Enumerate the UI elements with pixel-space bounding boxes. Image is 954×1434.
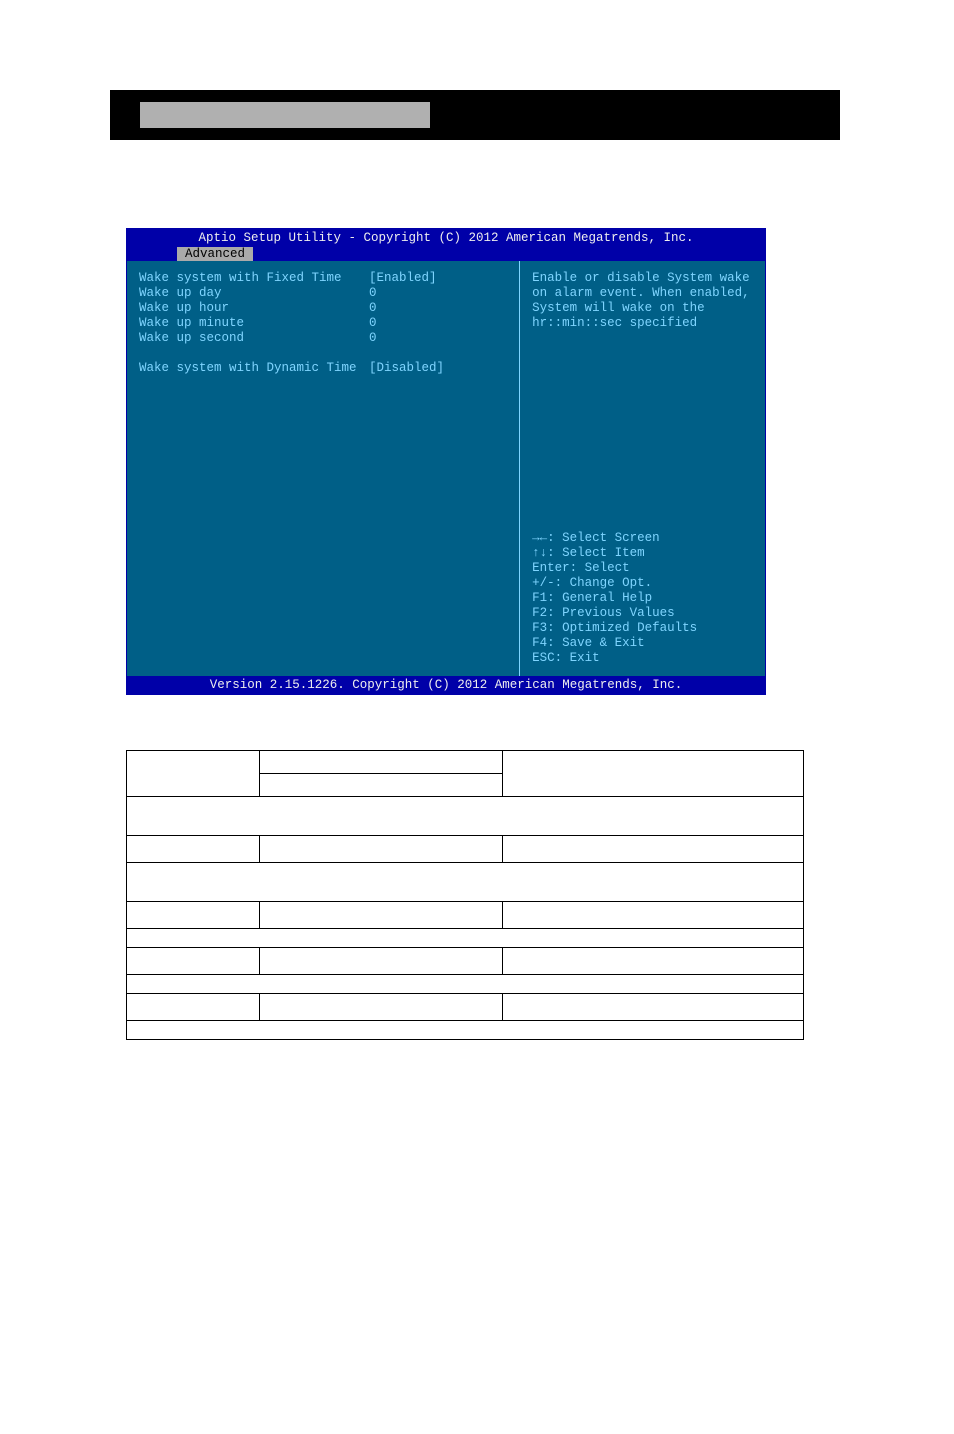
setting-wake-up-hour[interactable]: Wake up hour 0	[139, 301, 507, 316]
help-key-line: F4: Save & Exit	[532, 636, 753, 651]
bios-settings-pane: Wake system with Fixed Time [Enabled] Wa…	[127, 261, 520, 676]
setting-wake-up-second[interactable]: Wake up second 0	[139, 331, 507, 346]
setting-value: 0	[369, 286, 377, 301]
table-row	[127, 751, 804, 774]
bios-tab-bar: Advanced	[127, 247, 765, 261]
bios-body: Wake system with Fixed Time [Enabled] Wa…	[127, 261, 765, 676]
help-key-line: F1: General Help	[532, 591, 753, 606]
setting-label: Wake system with Fixed Time	[139, 271, 369, 286]
table-row	[127, 929, 804, 948]
bios-title: Aptio Setup Utility - Copyright (C) 2012…	[127, 229, 765, 247]
page-header-label	[140, 102, 430, 128]
help-line: System will wake on the	[532, 301, 753, 316]
spacer-row	[139, 346, 507, 361]
setting-label: Wake up minute	[139, 316, 369, 331]
document-table	[126, 750, 804, 1040]
setting-label: Wake up second	[139, 331, 369, 346]
setting-label: Wake up hour	[139, 301, 369, 316]
table-row	[127, 1021, 804, 1040]
setting-wake-dynamic-time[interactable]: Wake system with Dynamic Time [Disabled]	[139, 361, 507, 376]
setting-value: [Disabled]	[369, 361, 444, 376]
table-row	[127, 836, 804, 863]
help-line: on alarm event. When enabled,	[532, 286, 753, 301]
table-row	[127, 797, 804, 836]
bios-help-pane: Enable or disable System wake on alarm e…	[520, 261, 765, 676]
table-row	[127, 902, 804, 929]
setting-wake-fixed-time[interactable]: Wake system with Fixed Time [Enabled]	[139, 271, 507, 286]
setting-wake-up-day[interactable]: Wake up day 0	[139, 286, 507, 301]
setting-value: 0	[369, 301, 377, 316]
setting-value: [Enabled]	[369, 271, 437, 286]
table-row	[127, 948, 804, 975]
table-row	[127, 863, 804, 902]
help-key-line: →←: Select Screen	[532, 531, 753, 546]
bios-footer: Version 2.15.1226. Copyright (C) 2012 Am…	[127, 676, 765, 694]
help-line: hr::min::sec specified	[532, 316, 753, 331]
help-key-line: ↑↓: Select Item	[532, 546, 753, 561]
help-key-line: F3: Optimized Defaults	[532, 621, 753, 636]
tab-advanced[interactable]: Advanced	[177, 247, 253, 261]
setting-value: 0	[369, 331, 377, 346]
setting-label: Wake up day	[139, 286, 369, 301]
bios-help-description: Enable or disable System wake on alarm e…	[532, 271, 753, 331]
setting-label: Wake system with Dynamic Time	[139, 361, 369, 376]
help-line: Enable or disable System wake	[532, 271, 753, 286]
help-key-line: F2: Previous Values	[532, 606, 753, 621]
bios-help-keys: →←: Select Screen ↑↓: Select Item Enter:…	[532, 531, 753, 666]
table-row	[127, 994, 804, 1021]
help-key-line: +/-: Change Opt.	[532, 576, 753, 591]
bios-window: Aptio Setup Utility - Copyright (C) 2012…	[126, 228, 766, 695]
setting-wake-up-minute[interactable]: Wake up minute 0	[139, 316, 507, 331]
help-key-line: Enter: Select	[532, 561, 753, 576]
help-key-line: ESC: Exit	[532, 651, 753, 666]
setting-value: 0	[369, 316, 377, 331]
table-row	[127, 975, 804, 994]
